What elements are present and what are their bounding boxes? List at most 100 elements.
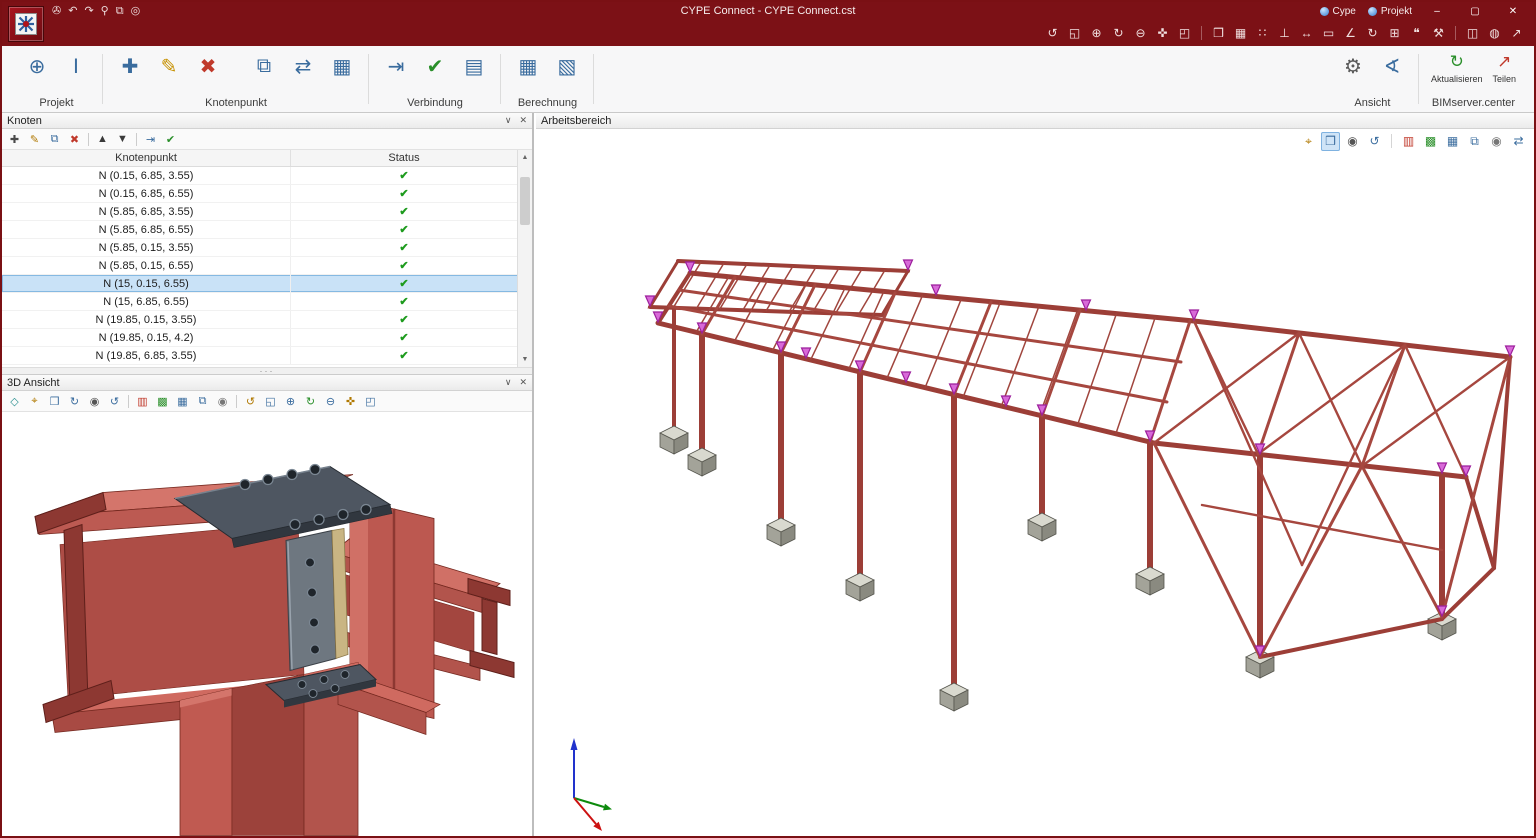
frame-zoom-icon[interactable]: ◰ [362,393,379,410]
table-scrollbar[interactable]: ▲ ▼ [517,150,532,367]
visibility-icon[interactable]: ◉ [1487,132,1506,151]
errors-report-icon[interactable]: ▥ [134,393,151,410]
node-table-icon[interactable]: ▦ [327,51,357,81]
rotate-icon[interactable]: ↻ [66,393,83,410]
table-row[interactable]: N (5.85, 0.15, 3.55) ✔ [2,239,532,257]
table-row[interactable]: N (5.85, 6.85, 3.55) ✔ [2,203,532,221]
windows-layout-icon[interactable]: ◫ [1463,24,1482,42]
zoom-extents-icon[interactable]: ◱ [262,393,279,410]
table-row[interactable]: N (5.85, 0.15, 6.55) ✔ [2,257,532,275]
panel-resize-handle[interactable]: ··· [2,366,532,376]
project-info-icon[interactable]: Ⅰ [61,51,91,81]
move-down-icon[interactable]: ▼ [114,131,131,148]
close-panel-button[interactable]: ✕ [519,377,527,388]
zoom-out-icon[interactable]: ⊖ [1131,24,1150,42]
aktualisieren-button[interactable]: ↻ Aktualisieren [1431,51,1483,84]
orbit-icon[interactable]: ↺ [1043,24,1062,42]
node-edit-icon[interactable]: ✎ [154,51,184,81]
account-cype-button[interactable]: Cype [1319,6,1356,17]
scrollbar-thumb[interactable] [520,177,530,225]
zoom-in-icon[interactable]: ⊕ [282,393,299,410]
teilen-button[interactable]: ↗ Teilen [1492,51,1516,84]
structure-3d-view[interactable] [536,153,1534,836]
redo-icon[interactable]: ↷ [84,5,93,17]
zoom-extents-icon[interactable]: ◱ [1065,24,1084,42]
refresh-icon[interactable]: ↻ [302,393,319,410]
project-globe-icon[interactable]: ⊕ [22,51,52,81]
scroll-up-button[interactable]: ▲ [518,150,532,165]
delete-node-icon[interactable]: ✖ [66,131,83,148]
maximize-button[interactable]: ▢ [1462,6,1488,17]
node-copy-icon[interactable]: ⧉ [249,51,279,81]
table-row[interactable]: N (0.15, 6.85, 3.55) ✔ [2,167,532,185]
axes-icon[interactable]: ⌖ [1299,132,1318,151]
add-node-icon[interactable]: ✚ [6,131,23,148]
dimension-icon[interactable]: ↔ [1297,24,1316,42]
table-row[interactable]: N (19.85, 6.85, 3.55) ✔ [2,347,532,365]
account-projekt-button[interactable]: Projekt [1367,6,1412,17]
table-row[interactable]: N (0.15, 6.85, 6.55) ✔ [2,185,532,203]
connection-report-icon[interactable]: ▤ [459,51,489,81]
pan-icon[interactable]: ✜ [1153,24,1172,42]
connection-import-icon[interactable]: ⇥ [381,51,411,81]
box-view-icon[interactable]: ❒ [46,393,63,410]
collapse-panel-button[interactable]: ∨ [505,115,512,126]
results-ok-icon[interactable]: ▩ [1421,132,1440,151]
bim-sync-icon[interactable]: ⇄ [1509,132,1528,151]
options-gear-icon[interactable]: ⚙ [1338,51,1368,81]
search-icon[interactable]: ⚲ [101,5,109,17]
node-delete-icon[interactable]: ✖ [193,51,223,81]
select-box-icon[interactable]: ❒ [1321,131,1340,151]
zoom-out-icon[interactable]: ⊖ [322,393,339,410]
zoom-orbit-icon[interactable]: ↺ [242,393,259,410]
table-icon[interactable]: ▦ [174,393,191,410]
table-row[interactable]: N (15, 0.15, 6.55) ✔ [2,275,532,293]
calculate-detail-icon[interactable]: ▧ [552,51,582,81]
collapse-panel-button[interactable]: ∨ [505,377,512,388]
visibility-icon[interactable]: ◉ [214,393,231,410]
zoom-in-icon[interactable]: ⊕ [1087,24,1106,42]
close-button[interactable]: ✕ [1500,6,1526,17]
table-row[interactable]: N (19.85, 0.15, 3.55) ✔ [2,311,532,329]
column-header-knotenpunkt[interactable]: Knotenpunkt [2,150,291,166]
undo-icon[interactable]: ↶ [68,5,77,17]
table-row[interactable]: N (19.85, 0.15, 4.2) ✔ [2,329,532,347]
scrollbar-track[interactable] [518,165,532,352]
angle-icon[interactable]: ∠ [1341,24,1360,42]
layers-icon[interactable]: ⧉ [116,5,124,17]
table-row[interactable]: N (15, 6.85, 6.55) ✔ [2,293,532,311]
frame-zoom-icon[interactable]: ◰ [1175,24,1194,42]
save-icon[interactable]: ✇ [52,5,61,17]
column-header-status[interactable]: Status [291,150,517,166]
node-new-icon[interactable]: ✚ [115,51,145,81]
eye-icon[interactable]: ◉ [86,393,103,410]
share-icon[interactable]: ↗ [1507,24,1526,42]
table-icon[interactable]: ▦ [1443,132,1462,151]
refresh-view-icon[interactable]: ↻ [1109,24,1128,42]
errors-report-icon[interactable]: ▥ [1399,132,1418,151]
connection-3d-view[interactable] [2,412,532,836]
table-row[interactable]: N (5.85, 6.85, 6.55) ✔ [2,221,532,239]
check-nodes-icon[interactable]: ✔ [162,131,179,148]
measure-icon[interactable]: ∢ [1377,51,1407,81]
eye-icon[interactable]: ◉ [1343,132,1362,151]
snap-icon[interactable]: ∷ [1253,24,1272,42]
layout-icon[interactable]: ⊞ [1385,24,1404,42]
ortho-icon[interactable]: ⊥ [1275,24,1294,42]
grid-icon[interactable]: ▦ [1231,24,1250,42]
import-nodes-icon[interactable]: ⇥ [142,131,159,148]
layers-icon[interactable]: ⧉ [1465,132,1484,151]
orbit-icon[interactable]: ↺ [1365,132,1384,151]
app-menu-button[interactable] [8,6,44,42]
label-icon[interactable]: ▭ [1319,24,1338,42]
close-panel-button[interactable]: ✕ [519,115,527,126]
orbit-icon[interactable]: ↺ [106,393,123,410]
tools-icon[interactable]: ⚒ [1429,24,1448,42]
layers-icon[interactable]: ⧉ [194,393,211,410]
rotate-icon[interactable]: ↻ [1363,24,1382,42]
window-view-icon[interactable]: ❒ [1209,24,1228,42]
minimize-button[interactable]: – [1424,6,1450,17]
axes-icon[interactable]: ⌖ [26,393,43,410]
calculate-icon[interactable]: ▦ [513,51,543,81]
isometric-icon[interactable]: ◇ [6,393,23,410]
